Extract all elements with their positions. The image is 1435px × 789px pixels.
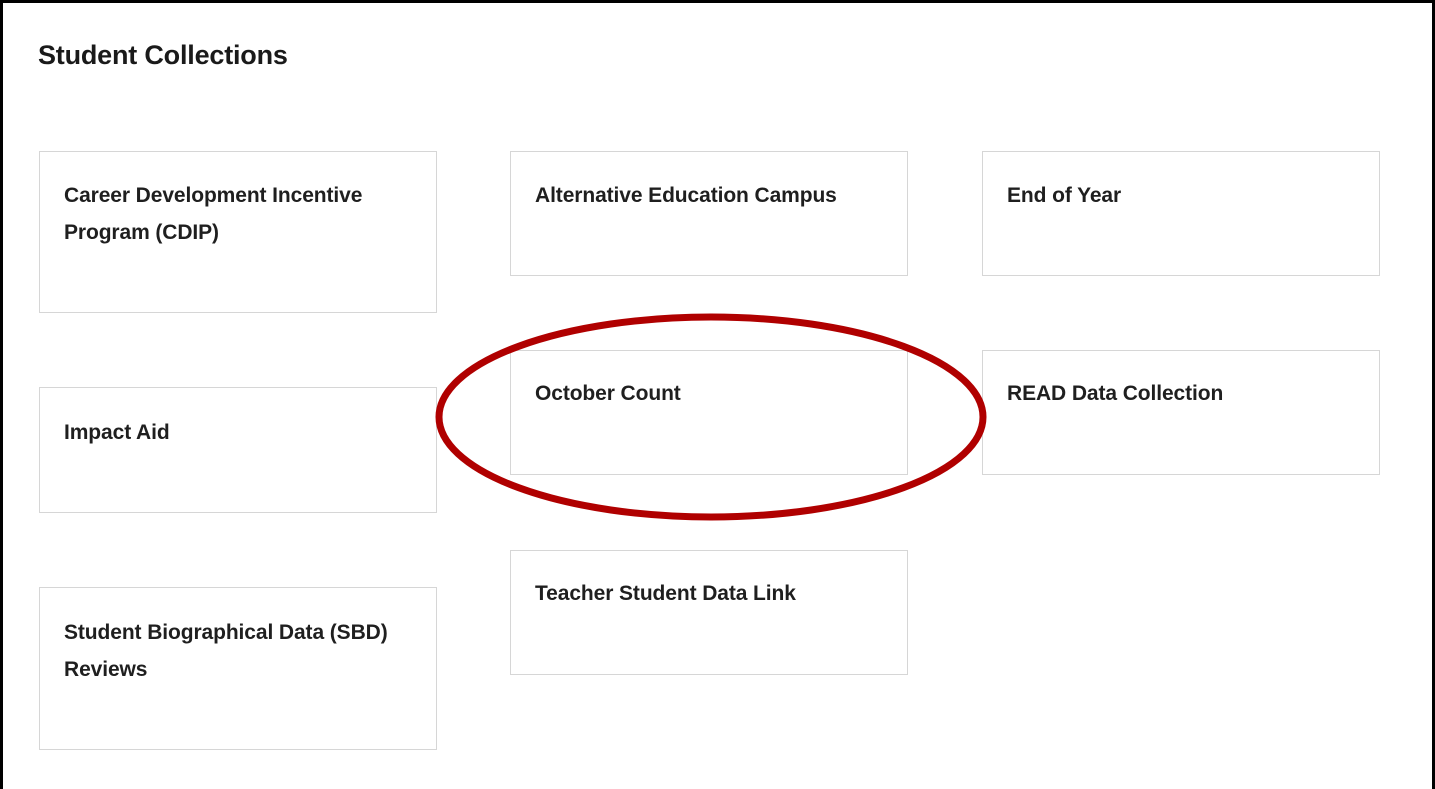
tile-label: Student Biographical Data (SBD) Reviews xyxy=(64,621,388,681)
tile-teacher-student-data-link[interactable]: Teacher Student Data Link xyxy=(510,550,908,675)
tile-label: October Count xyxy=(535,382,681,405)
tile-cdip[interactable]: Career Development Incentive Program (CD… xyxy=(39,151,437,313)
tile-label: Career Development Incentive Program (CD… xyxy=(64,184,363,244)
tile-october-count[interactable]: October Count xyxy=(510,350,908,475)
tile-label: Teacher Student Data Link xyxy=(535,582,796,605)
tile-impact-aid[interactable]: Impact Aid xyxy=(39,387,437,513)
page-title: Student Collections xyxy=(38,40,288,70)
tile-sbd-reviews[interactable]: Student Biographical Data (SBD) Reviews xyxy=(39,587,437,750)
tile-label: Alternative Education Campus xyxy=(535,184,837,207)
tile-label: READ Data Collection xyxy=(1007,382,1224,405)
tile-label: Impact Aid xyxy=(64,421,170,444)
tile-read-data-collection[interactable]: READ Data Collection xyxy=(982,350,1380,475)
tile-end-of-year[interactable]: End of Year xyxy=(982,151,1380,276)
tile-label: End of Year xyxy=(1007,184,1122,207)
tile-alternative-education-campus[interactable]: Alternative Education Campus xyxy=(510,151,908,276)
